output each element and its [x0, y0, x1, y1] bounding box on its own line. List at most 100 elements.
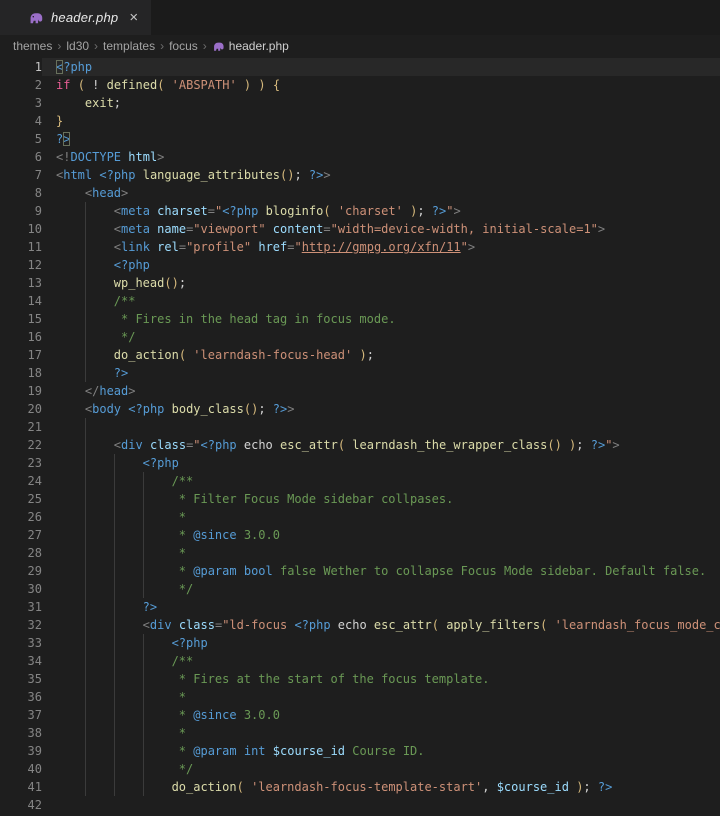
code-token: DOCTYPE: [70, 150, 121, 164]
code-token: <: [114, 222, 121, 236]
code-line[interactable]: 26 *: [0, 508, 720, 526]
code-token: [331, 204, 338, 218]
code-token: ?>: [591, 438, 605, 452]
indent-guide: [56, 256, 85, 274]
code-line[interactable]: 23<?php: [0, 454, 720, 472]
code-token: >: [63, 132, 70, 146]
code-line[interactable]: 30 */: [0, 580, 720, 598]
code-line[interactable]: 42: [0, 796, 720, 814]
code-line[interactable]: 38 *: [0, 724, 720, 742]
indent-guide: [85, 706, 114, 724]
indent-guide: [56, 778, 85, 796]
code-line[interactable]: 20<body <?php body_class(); ?>>: [0, 400, 720, 418]
code-line[interactable]: 22<div class="<?php echo esc_attr( learn…: [0, 436, 720, 454]
indent-guide: [143, 580, 172, 598]
line-number: 12: [0, 256, 42, 274]
code-line[interactable]: 7<html <?php language_attributes(); ?>>: [0, 166, 720, 184]
code-content: *: [42, 688, 720, 706]
code-token: do_action: [172, 780, 237, 794]
code-line[interactable]: 14/**: [0, 292, 720, 310]
line-number: 11: [0, 238, 42, 256]
breadcrumb-item-focus[interactable]: focus: [167, 39, 200, 53]
indent-guide: [114, 670, 143, 688]
code-line[interactable]: 3exit;: [0, 94, 720, 112]
code-token: ;: [417, 204, 431, 218]
code-token: esc_attr: [280, 438, 338, 452]
breadcrumb-item-templates[interactable]: templates: [101, 39, 157, 53]
line-number: 38: [0, 724, 42, 742]
code-line[interactable]: 12<?php: [0, 256, 720, 274]
code-line[interactable]: 19</head>: [0, 382, 720, 400]
code-content: exit;: [42, 94, 720, 112]
breadcrumb-item-themes[interactable]: themes: [11, 39, 54, 53]
code-line[interactable]: 24/**: [0, 472, 720, 490]
code-line[interactable]: 28 *: [0, 544, 720, 562]
code-line[interactable]: 36 *: [0, 688, 720, 706]
code-line[interactable]: 11<link rel="profile" href="http://gmpg.…: [0, 238, 720, 256]
line-number: 22: [0, 436, 42, 454]
code-token: exit: [85, 96, 114, 110]
code-line[interactable]: 10<meta name="viewport" content="width=d…: [0, 220, 720, 238]
code-token: 'charset': [338, 204, 403, 218]
code-line[interactable]: 40 */: [0, 760, 720, 778]
code-line[interactable]: 15 * Fires in the head tag in focus mode…: [0, 310, 720, 328]
tab-title: header.php: [51, 10, 118, 25]
code-line[interactable]: 9<meta charset="<?php bloginfo( 'charset…: [0, 202, 720, 220]
code-token: @since: [193, 528, 236, 542]
code-token: head: [92, 186, 121, 200]
code-line[interactable]: 8<head>: [0, 184, 720, 202]
chevron-right-icon: ›: [91, 39, 101, 53]
code-line[interactable]: 13wp_head();: [0, 274, 720, 292]
indent-guide: [56, 634, 85, 652]
code-line[interactable]: 16 */: [0, 328, 720, 346]
code-line[interactable]: 17do_action( 'learndash-focus-head' );: [0, 346, 720, 364]
code-line[interactable]: 32<div class="ld-focus <?php echo esc_at…: [0, 616, 720, 634]
code-token: ;: [576, 438, 590, 452]
breadcrumb-item-ld30[interactable]: ld30: [64, 39, 91, 53]
code-line[interactable]: 6<!DOCTYPE html>: [0, 148, 720, 166]
code-token: *: [172, 744, 194, 758]
code-token: *: [172, 510, 186, 524]
code-token: echo: [331, 618, 374, 632]
code-token: *: [172, 546, 186, 560]
close-icon[interactable]: ×: [129, 10, 138, 25]
code-line[interactable]: 31?>: [0, 598, 720, 616]
code-line[interactable]: 39 * @param int $course_id Course ID.: [0, 742, 720, 760]
code-token: <: [114, 240, 121, 254]
code-line[interactable]: 33<?php: [0, 634, 720, 652]
code-content: * Fires at the start of the focus templa…: [42, 670, 720, 688]
indent-guide: [114, 634, 143, 652]
code-token: ;: [294, 168, 308, 182]
code-content: * Filter Focus Mode sidebar collpases.: [42, 490, 720, 508]
code-line[interactable]: 34/**: [0, 652, 720, 670]
code-token: false Wether to collapse Focus Mode side…: [273, 564, 706, 578]
code-token: (): [244, 402, 258, 416]
code-line[interactable]: 1<?php: [0, 58, 720, 76]
code-token: <: [114, 204, 121, 218]
breadcrumb-item-file[interactable]: header.php: [210, 39, 291, 53]
code-content: if ( ! defined( 'ABSPATH' ) ) {: [42, 76, 720, 94]
indent-guide: [56, 760, 85, 778]
code-line[interactable]: 29 * @param bool false Wether to collaps…: [0, 562, 720, 580]
indent-guide: [114, 616, 143, 634]
code-line[interactable]: 37 * @since 3.0.0: [0, 706, 720, 724]
tab-header-php[interactable]: header.php ×: [0, 0, 151, 35]
code-line[interactable]: 41do_action( 'learndash-focus-template-s…: [0, 778, 720, 796]
code-line[interactable]: 25 * Filter Focus Mode sidebar collpases…: [0, 490, 720, 508]
code-token: [258, 204, 265, 218]
code-line[interactable]: 18?>: [0, 364, 720, 382]
code-editor[interactable]: 1<?php2if ( ! defined( 'ABSPATH' ) ) {3e…: [0, 57, 720, 814]
code-line[interactable]: 2if ( ! defined( 'ABSPATH' ) ) {: [0, 76, 720, 94]
code-token: (): [547, 438, 561, 452]
code-token: [164, 402, 171, 416]
code-line[interactable]: 4}: [0, 112, 720, 130]
line-number: 32: [0, 616, 42, 634]
code-line[interactable]: 21: [0, 418, 720, 436]
indent-guide: [56, 364, 85, 382]
indent-guide: [56, 436, 85, 454]
line-number: 2: [0, 76, 42, 94]
code-line[interactable]: 27 * @since 3.0.0: [0, 526, 720, 544]
indent-guide: [114, 598, 143, 616]
code-line[interactable]: 35 * Fires at the start of the focus tem…: [0, 670, 720, 688]
code-line[interactable]: 5?>: [0, 130, 720, 148]
